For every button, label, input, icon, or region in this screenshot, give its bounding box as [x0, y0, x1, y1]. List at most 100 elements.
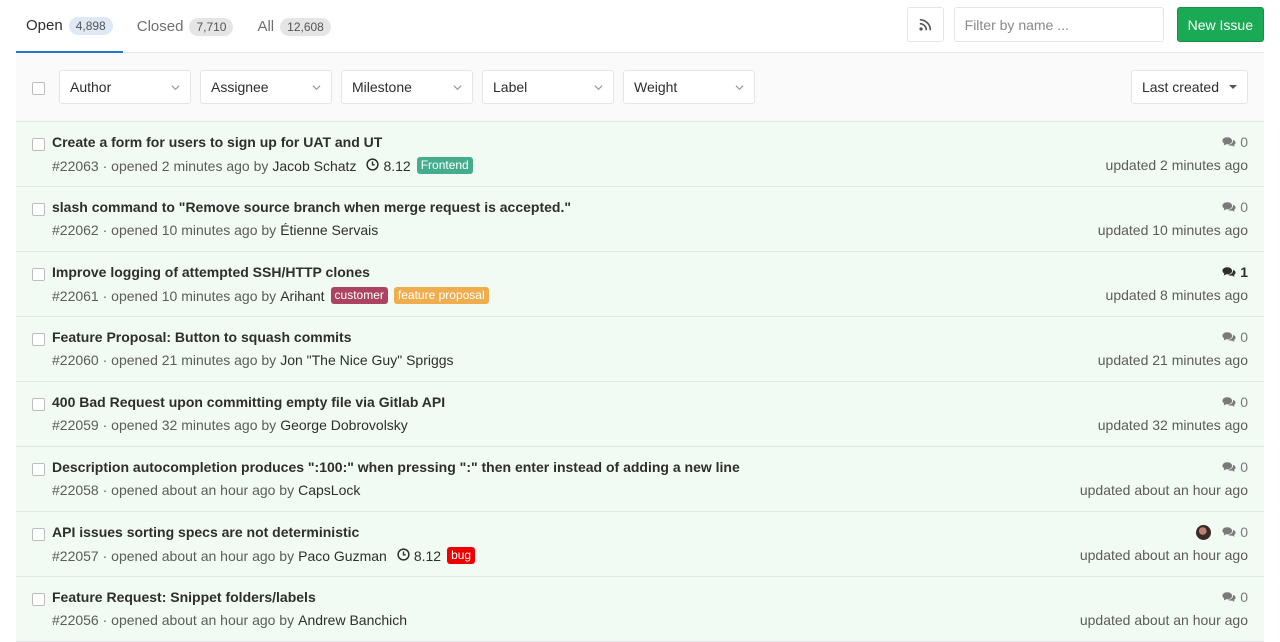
issue-updated: updated about an hour ago — [1079, 547, 1248, 563]
issue-number: #22059 — [52, 417, 99, 433]
select-all-checkbox[interactable] — [32, 82, 45, 95]
issue-stats: 0 — [1222, 394, 1248, 410]
dropdown-label: Assignee — [211, 79, 269, 95]
rss-button[interactable] — [906, 7, 944, 42]
issue-opened: · opened 32 minutes ago by — [102, 417, 277, 433]
comment-count[interactable]: 0 — [1240, 134, 1248, 150]
issue-title[interactable]: 400 Bad Request upon committing empty fi… — [52, 394, 445, 410]
issue-meta: #22061 · opened 10 minutes ago by Arihan… — [52, 287, 489, 304]
issue-meta: #22057 · opened about an hour ago by Pac… — [52, 547, 476, 564]
issue-checkbox[interactable] — [32, 463, 45, 476]
issue-checkbox[interactable] — [32, 268, 45, 281]
tab-open[interactable]: Open 4,898 — [16, 0, 123, 53]
issue-row[interactable]: 400 Bad Request upon committing empty fi… — [16, 382, 1264, 447]
issue-updated: updated 10 minutes ago — [1097, 222, 1248, 238]
comments-icon — [1222, 136, 1240, 148]
issue-row[interactable]: Improve logging of attempted SSH/HTTP cl… — [16, 252, 1264, 317]
comment-count[interactable]: 0 — [1240, 394, 1248, 410]
issue-title[interactable]: API issues sorting specs are not determi… — [52, 524, 359, 540]
issue-label[interactable]: customer — [330, 287, 388, 304]
author-dropdown[interactable]: Author — [59, 70, 191, 104]
issue-stats: 0 — [1196, 524, 1248, 540]
issue-stats: 0 — [1222, 329, 1248, 345]
issue-author[interactable]: Arihant — [280, 288, 324, 304]
issue-title[interactable]: Feature Request: Snippet folders/labels — [52, 589, 316, 605]
issue-number: #22057 — [52, 547, 99, 564]
issue-label[interactable]: Frontend — [416, 157, 473, 174]
assignee-avatar[interactable] — [1196, 524, 1212, 540]
filter-by-name-input[interactable] — [953, 7, 1164, 42]
issue-row[interactable]: Feature Request: Snippet folders/labels … — [16, 577, 1264, 642]
milestone[interactable]: 8.12 — [366, 157, 411, 174]
issue-title[interactable]: Description autocompletion produces ":10… — [52, 459, 740, 475]
count-badge: 12,608 — [280, 17, 331, 36]
issue-list: Create a form for users to sign up for U… — [16, 122, 1264, 642]
issue-label[interactable]: bug — [447, 547, 476, 564]
milestone[interactable]: 8.12 — [397, 548, 441, 564]
issue-checkbox[interactable] — [32, 203, 45, 216]
issue-opened: · opened 21 minutes ago by — [102, 352, 277, 368]
assignee-dropdown[interactable]: Assignee — [200, 70, 332, 104]
count-badge: 4,898 — [68, 16, 113, 35]
label-dropdown[interactable]: Label — [482, 70, 614, 104]
issue-stats: 0 — [1222, 459, 1248, 475]
comments-icon — [1222, 591, 1240, 603]
comment-count[interactable]: 1 — [1240, 264, 1248, 280]
comment-count[interactable]: 0 — [1240, 524, 1248, 540]
issue-stats: 0 — [1222, 589, 1248, 605]
issue-row[interactable]: Create a form for users to sign up for U… — [16, 122, 1264, 187]
issue-row[interactable]: Description autocompletion produces ":10… — [16, 447, 1264, 512]
issue-title[interactable]: Improve logging of attempted SSH/HTTP cl… — [52, 264, 370, 280]
issue-title[interactable]: Feature Proposal: Button to squash commi… — [52, 329, 351, 345]
comment-count[interactable]: 0 — [1240, 329, 1248, 345]
sort-dropdown[interactable]: Last created — [1130, 70, 1248, 104]
dropdown-label: Label — [493, 79, 528, 95]
issue-number: #22058 — [52, 482, 99, 498]
comments-icon — [1222, 526, 1240, 538]
dropdown-label: Milestone — [352, 79, 412, 95]
issue-author[interactable]: Paco Guzman — [298, 548, 387, 564]
issue-stats: 1 — [1222, 264, 1248, 280]
milestone-dropdown[interactable]: Milestone — [341, 70, 473, 104]
comment-count[interactable]: 0 — [1240, 199, 1248, 215]
issue-author[interactable]: Étienne Servais — [280, 222, 378, 238]
issue-title[interactable]: Create a form for users to sign up for U… — [52, 134, 382, 150]
issue-opened: · opened about an hour ago by — [102, 482, 295, 498]
issue-row[interactable]: API issues sorting specs are not determi… — [16, 512, 1264, 577]
issue-state-tabs: Open 4,898 Closed 7,710 All 12,608 — [16, 0, 345, 53]
issue-checkbox[interactable] — [32, 528, 45, 541]
issue-opened: · opened 10 minutes ago by — [102, 287, 277, 304]
issue-row[interactable]: slash command to "Remove source branch w… — [16, 187, 1264, 252]
issue-checkbox[interactable] — [32, 138, 45, 151]
tab-closed[interactable]: Closed 7,710 — [127, 0, 244, 53]
issue-checkbox[interactable] — [32, 593, 45, 606]
issue-author[interactable]: George Dobrovolsky — [280, 417, 408, 433]
issue-updated: updated 2 minutes ago — [1105, 157, 1248, 173]
clock-icon — [366, 157, 383, 174]
comments-icon — [1222, 396, 1240, 408]
issue-author[interactable]: Andrew Banchich — [298, 612, 407, 628]
issue-number: #22061 — [52, 287, 99, 304]
sort-label: Last created — [1141, 79, 1219, 95]
issue-author[interactable]: Jon "The Nice Guy" Spriggs — [280, 352, 453, 368]
issue-meta: #22063 · opened 2 minutes ago by Jacob S… — [52, 157, 473, 174]
issue-title[interactable]: slash command to "Remove source branch w… — [52, 199, 571, 215]
comment-count[interactable]: 0 — [1240, 459, 1248, 475]
issue-stats: 0 — [1222, 134, 1248, 150]
issue-label[interactable]: feature proposal — [393, 287, 489, 304]
issue-checkbox[interactable] — [32, 333, 45, 346]
chevron-down-icon — [312, 84, 321, 90]
chevron-down-icon — [453, 84, 462, 90]
new-issue-button[interactable]: New Issue — [1176, 7, 1264, 42]
weight-dropdown[interactable]: Weight — [623, 70, 755, 104]
issue-author[interactable]: CapsLock — [298, 482, 360, 498]
issue-checkbox[interactable] — [32, 398, 45, 411]
issue-author[interactable]: Jacob Schatz — [272, 158, 356, 174]
filter-bar: Author Assignee Milestone Label Weight L… — [16, 53, 1264, 122]
comment-count[interactable]: 0 — [1240, 589, 1248, 605]
issue-row[interactable]: Feature Proposal: Button to squash commi… — [16, 317, 1264, 382]
tab-all[interactable]: All 12,608 — [247, 0, 340, 53]
issue-opened: · opened about an hour ago by — [102, 612, 295, 628]
clock-icon — [397, 547, 414, 564]
issue-number: #22063 — [52, 157, 99, 174]
